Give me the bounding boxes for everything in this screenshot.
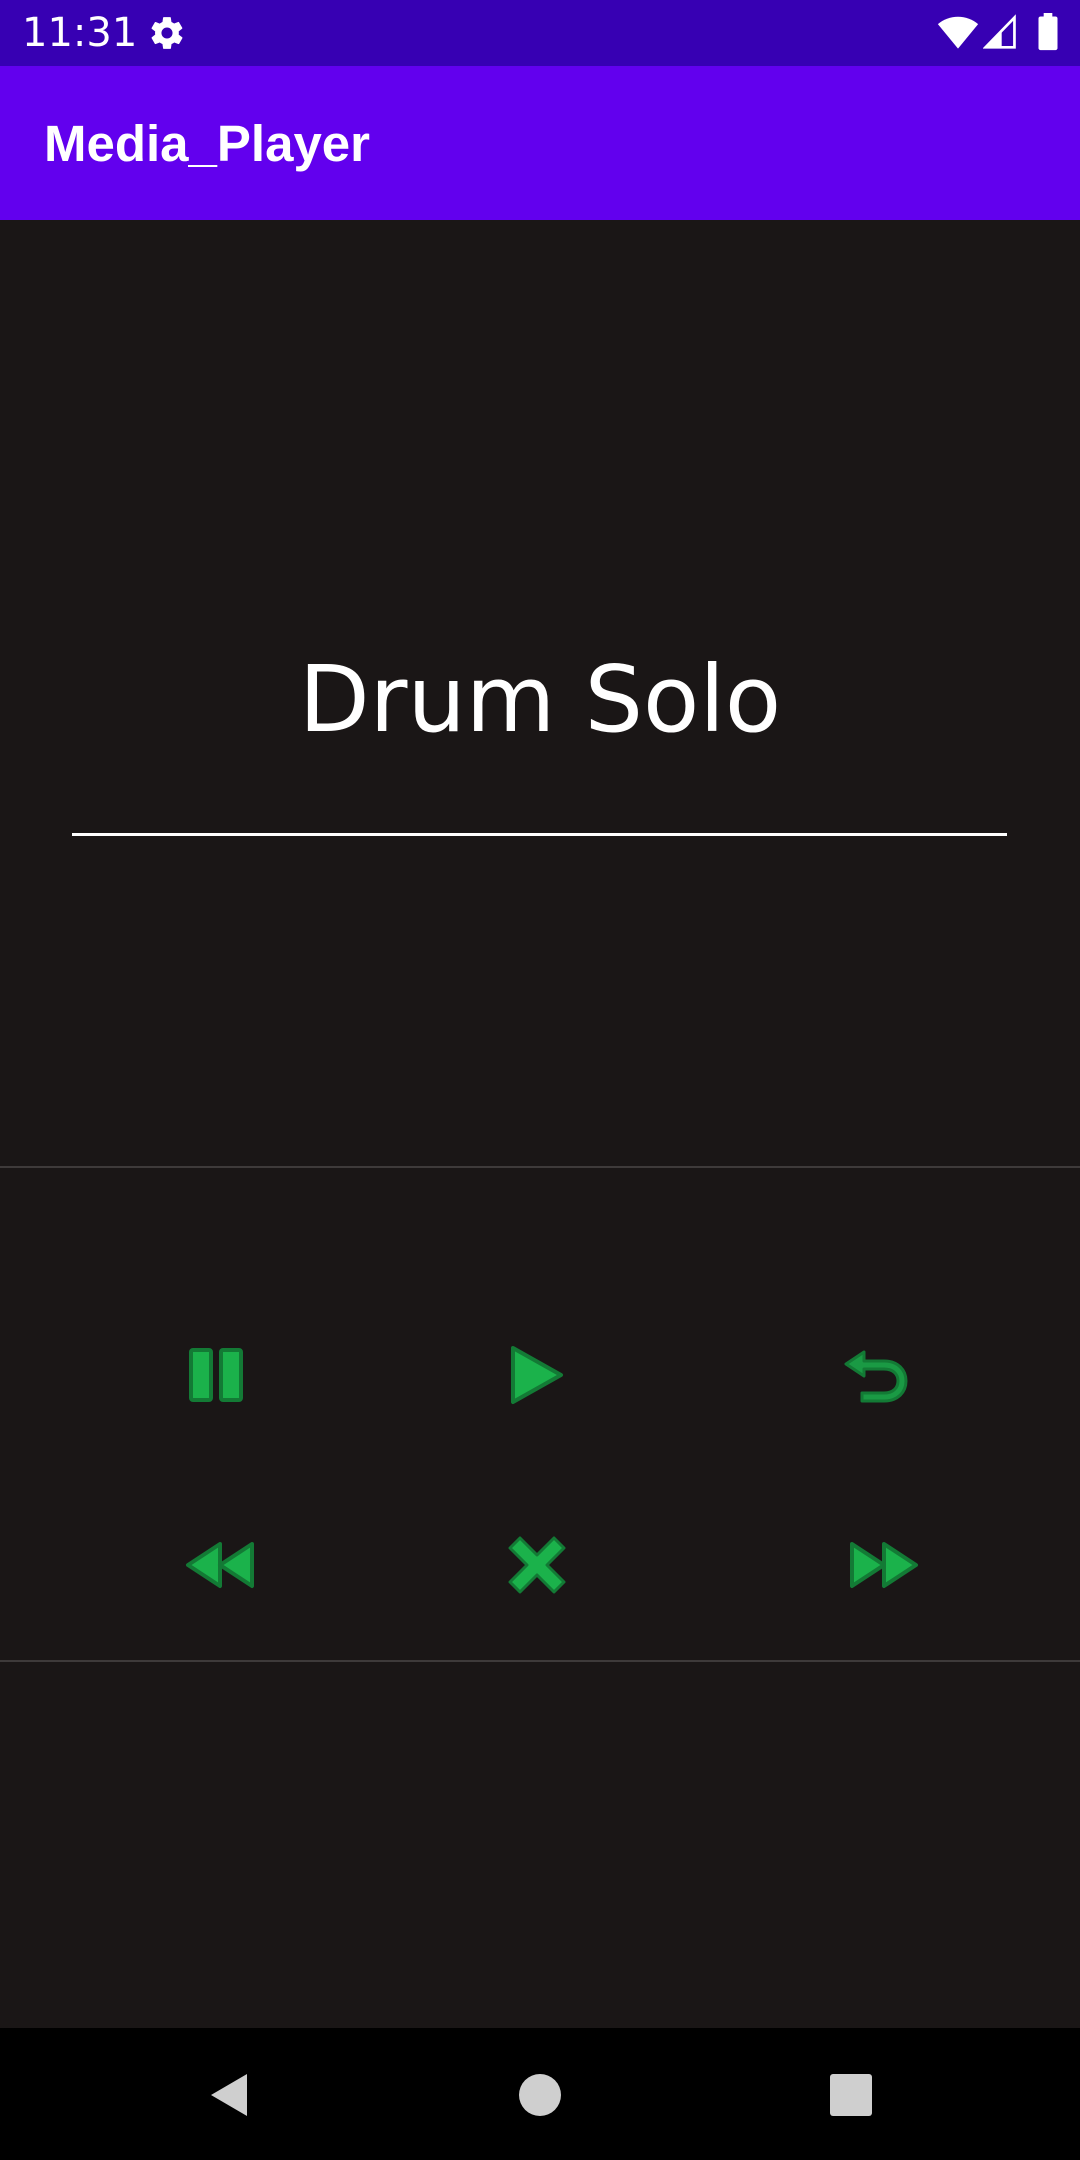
recents-icon[interactable]	[826, 2070, 876, 2120]
rewind-button[interactable]	[166, 1510, 276, 1620]
navigation-bar	[0, 2028, 1080, 2160]
pause-button[interactable]	[162, 1320, 272, 1430]
fast-forward-icon	[850, 1542, 918, 1588]
play-icon	[511, 1346, 563, 1404]
status-bar: 11:31	[0, 0, 1080, 66]
play-button[interactable]	[482, 1320, 592, 1430]
home-icon[interactable]	[515, 2070, 565, 2120]
rewind-icon	[186, 1542, 254, 1588]
replay-button[interactable]	[822, 1320, 932, 1430]
app-title: Media_Player	[44, 115, 371, 172]
cellular-signal-icon	[983, 14, 1016, 49]
stop-icon	[508, 1536, 566, 1594]
gear-icon	[151, 17, 183, 49]
controls-panel	[0, 1166, 1080, 1662]
fast-forward-button[interactable]	[828, 1510, 938, 1620]
stop-button[interactable]	[482, 1510, 592, 1620]
title-underline	[72, 833, 1007, 836]
battery-icon	[1038, 13, 1058, 51]
pause-icon	[189, 1348, 243, 1402]
media-player-screen: 11:31 Media_Player Drum Solo	[0, 0, 1080, 2160]
status-time: 11:31	[22, 10, 138, 56]
replay-icon	[844, 1350, 908, 1403]
song-title: Drum Solo	[298, 646, 782, 753]
wifi-icon	[937, 16, 979, 49]
back-icon[interactable]	[203, 2070, 253, 2120]
